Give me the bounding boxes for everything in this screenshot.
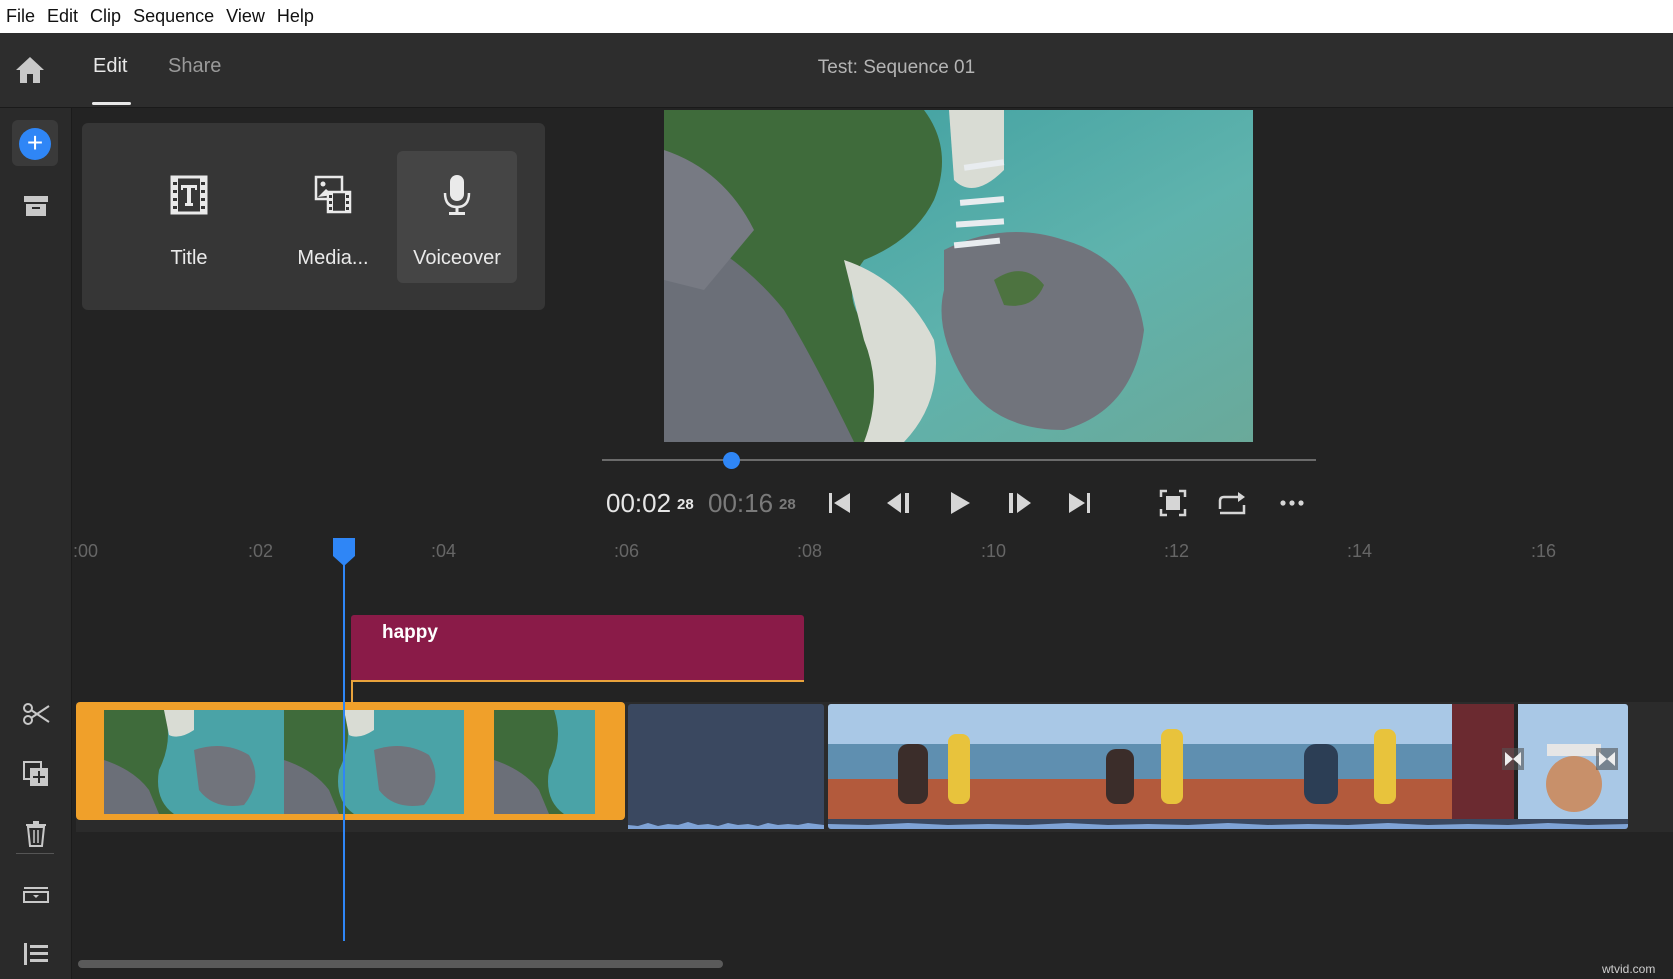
add-title-button[interactable]: Title xyxy=(129,151,249,283)
menu-file[interactable]: File xyxy=(0,0,41,33)
duration-frames: 28 xyxy=(779,496,796,513)
step-back-icon[interactable] xyxy=(881,485,917,521)
preview-scrub-handle[interactable] xyxy=(723,452,740,469)
transition-icon[interactable] xyxy=(1596,748,1618,770)
menu-sequence[interactable]: Sequence xyxy=(127,0,220,33)
ruler-tick-label: :04 xyxy=(431,541,456,562)
ruler-tick-label: :16 xyxy=(1531,541,1556,562)
scissors-icon[interactable] xyxy=(18,696,54,732)
skip-to-start-icon[interactable] xyxy=(822,485,858,521)
audio-waveform xyxy=(828,819,1628,829)
preview-scrub-track[interactable] xyxy=(602,459,1316,461)
menu-clip[interactable]: Clip xyxy=(84,0,127,33)
title-icon xyxy=(169,173,209,217)
ruler-tick-label: :14 xyxy=(1347,541,1372,562)
trash-icon[interactable] xyxy=(18,816,54,852)
step-forward-icon[interactable] xyxy=(1001,485,1037,521)
track-list-icon[interactable] xyxy=(18,936,54,972)
add-media-button[interactable]: Media... xyxy=(273,151,393,283)
menu-bar: File Edit Clip Sequence View Help xyxy=(0,0,1673,33)
title-clip-link xyxy=(351,681,353,703)
preview-frame-image xyxy=(664,110,1253,442)
active-tab-indicator xyxy=(92,102,131,105)
title-clip-underline xyxy=(351,680,804,682)
ruler-tick-label: :02 xyxy=(248,541,273,562)
toolbar-divider xyxy=(16,853,54,854)
transition-icon[interactable] xyxy=(1502,748,1524,770)
menu-help[interactable]: Help xyxy=(271,0,320,33)
timeline-horizontal-scrollbar[interactable] xyxy=(78,960,723,968)
ruler-tick-label: :00 xyxy=(73,541,98,562)
ruler-tick-label: :12 xyxy=(1164,541,1189,562)
menu-edit[interactable]: Edit xyxy=(41,0,84,33)
fit-screen-icon[interactable] xyxy=(1155,485,1191,521)
ruler-tick-label: :06 xyxy=(614,541,639,562)
title-clip-label: happy xyxy=(382,622,438,644)
microphone-icon xyxy=(437,173,477,217)
add-panel: Title Media... xyxy=(82,123,545,310)
ruler-tick-label: :08 xyxy=(797,541,822,562)
add-media-label: Media... xyxy=(273,247,393,270)
left-toolbar: + xyxy=(0,108,72,979)
playhead-handle[interactable] xyxy=(333,538,355,566)
add-voiceover-button[interactable]: Voiceover xyxy=(397,151,517,283)
audio-gap-clip[interactable] xyxy=(628,704,824,829)
archive-icon[interactable] xyxy=(18,188,54,224)
current-frames: 28 xyxy=(677,496,694,513)
duplicate-icon[interactable] xyxy=(18,756,54,792)
add-title-label: Title xyxy=(129,247,249,270)
loop-icon[interactable] xyxy=(1214,485,1250,521)
playhead-line xyxy=(343,548,345,941)
sequence-title: Test: Sequence 01 xyxy=(0,57,1673,79)
video-clip-selected[interactable] xyxy=(76,702,625,820)
skip-to-end-icon[interactable] xyxy=(1061,485,1097,521)
duration-timecode: 00:16 xyxy=(708,488,773,519)
audio-waveform xyxy=(628,819,824,829)
play-icon[interactable] xyxy=(941,485,977,521)
video-preview[interactable] xyxy=(664,110,1253,442)
add-icon[interactable]: + xyxy=(19,128,51,160)
top-bar: Edit Share Test: Sequence 01 xyxy=(0,33,1673,108)
media-icon xyxy=(313,173,353,217)
more-icon[interactable] xyxy=(1274,485,1310,521)
track-collapse-icon[interactable] xyxy=(18,876,54,912)
ruler-tick-label: :10 xyxy=(981,541,1006,562)
add-voiceover-label: Voiceover xyxy=(397,247,517,270)
menu-view[interactable]: View xyxy=(220,0,271,33)
clip-thumbnails xyxy=(104,710,595,814)
current-timecode: 00:02 xyxy=(606,488,671,519)
watermark: wtvid.com xyxy=(1602,962,1655,976)
